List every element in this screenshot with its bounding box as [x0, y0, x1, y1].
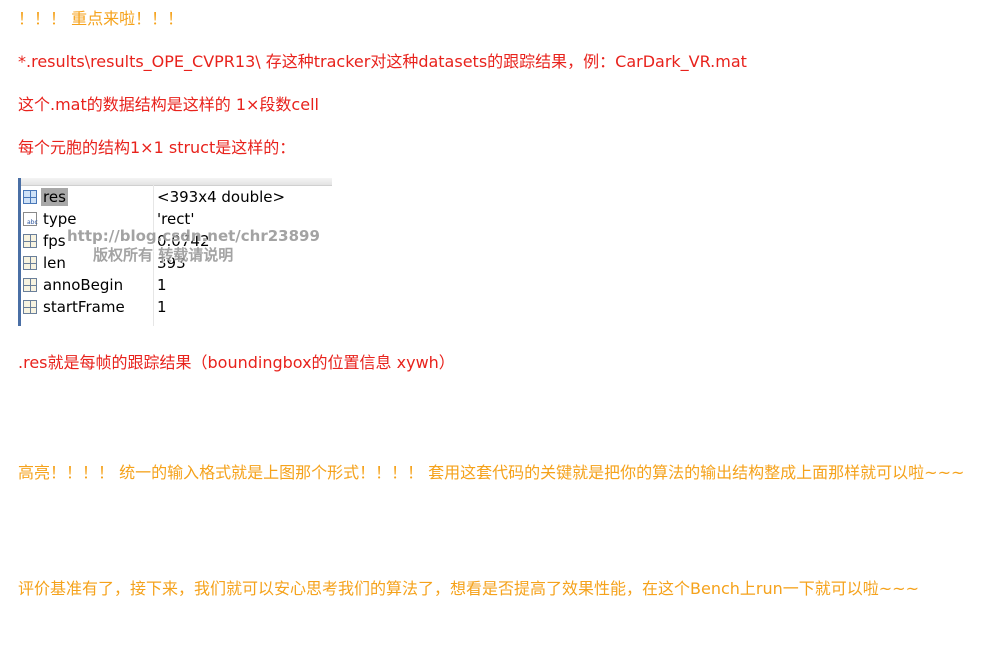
table-row-annobegin: annoBegin 1 [21, 274, 329, 296]
abc-label: abc [27, 219, 38, 226]
res-description-text: .res就是每帧的跟踪结果（boundingbox的位置信息 xywh） [18, 353, 455, 372]
field-value: 'rect' [157, 210, 195, 228]
field-name: startFrame [43, 298, 125, 316]
matrix-icon [23, 300, 37, 314]
matrix-icon [23, 234, 37, 248]
evaluation-paragraph: 评价基准有了，接下来，我们就可以安心思考我们的算法了，想看是否提高了效果性能，在… [18, 579, 919, 598]
matrix-icon [23, 190, 37, 204]
workspace-struct-table: res <393x4 double> abc type 'rect' fps 0… [18, 178, 332, 326]
field-name: fps [43, 232, 66, 250]
field-value: 1 [157, 276, 167, 294]
matrix-icon [23, 278, 37, 292]
matrix-icon [23, 256, 37, 270]
field-name: annoBegin [43, 276, 124, 294]
table-header-bar [21, 178, 332, 186]
highlight-paragraph: 高亮！！！！ 统一的输入格式就是上图那个形式！！！！ 套用这套代码的关键就是把你… [18, 463, 965, 482]
results-path-text: *.results\results_OPE_CVPR13\ 存这种tracker… [18, 52, 747, 71]
field-value: 1 [157, 298, 167, 316]
heading-key-point: ！！！ 重点来啦！！！ [18, 9, 184, 28]
char-abc-icon: abc [23, 212, 38, 226]
field-name: res [41, 188, 68, 206]
field-name: len [43, 254, 66, 272]
table-row-startframe: startFrame 1 [21, 296, 329, 318]
field-name: type [43, 210, 77, 228]
table-row-res: res <393x4 double> [21, 186, 329, 208]
cell-struct-text: 每个元胞的结构1×1 struct是这样的： [18, 138, 296, 157]
field-value: <393x4 double> [157, 188, 286, 206]
watermark-url: http://blog.csdn.net/chr23899 [67, 227, 320, 245]
watermark-copyright: 版权所有 转载请说明 [93, 246, 234, 264]
mat-structure-text: 这个.mat的数据结构是这样的 1×段数cell [18, 95, 319, 114]
